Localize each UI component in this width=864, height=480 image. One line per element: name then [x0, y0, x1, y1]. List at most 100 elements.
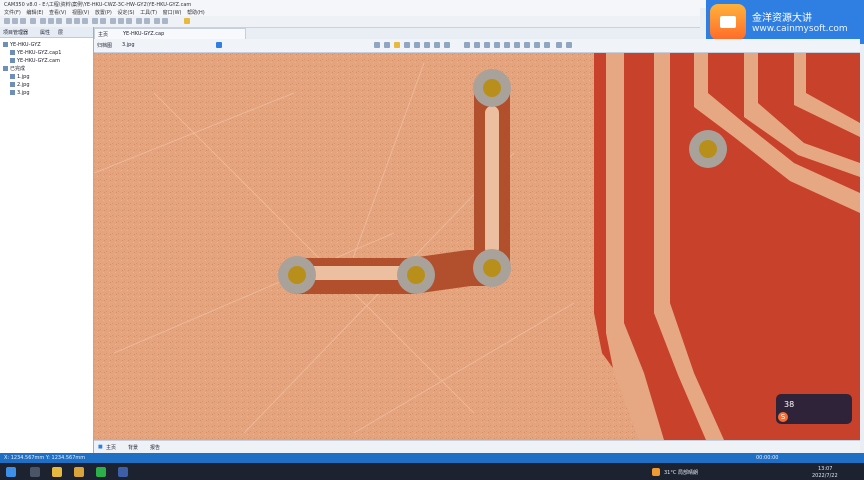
- undo-tool-icon[interactable]: [464, 42, 470, 48]
- tree-item-label: 2.jpg: [17, 82, 30, 88]
- copy-tool-icon[interactable]: [484, 42, 490, 48]
- search-icon[interactable]: [30, 467, 40, 477]
- delete-tool-icon[interactable]: [504, 42, 510, 48]
- watermark-logo: 金洋资源大讲 www.cainmysoft.com: [706, 0, 864, 44]
- paste-icon[interactable]: [56, 18, 62, 24]
- select-icon[interactable]: [118, 18, 124, 24]
- project-tree: YE-HKU-GYZ YE-HKU-GYZ.cap1 YE-HKU-GYZ.ca…: [0, 38, 93, 97]
- recording-overlay[interactable]: 38 S: [776, 394, 852, 424]
- pcb-board-image: [94, 53, 860, 440]
- wechat-icon[interactable]: [96, 467, 106, 477]
- tree-item[interactable]: YE-HKU-GYZ: [0, 41, 93, 49]
- tree-item[interactable]: 已完成: [0, 65, 93, 73]
- taskbar-date: 2022/7/22: [812, 473, 838, 479]
- view-sub[interactable]: 3.jpg: [122, 42, 135, 48]
- redo-icon[interactable]: [144, 18, 150, 24]
- bottom-tab-background[interactable]: 背景: [128, 444, 138, 451]
- status-coords: X: 1234.567mm Y: 1234.567mm: [4, 455, 86, 461]
- paste-tool-icon[interactable]: [494, 42, 500, 48]
- tree-item[interactable]: YE-HKU-GYZ.cap1: [0, 49, 93, 57]
- tree-item-label: YE-HKU-GYZ: [10, 42, 41, 48]
- folder-tool-icon[interactable]: [394, 42, 400, 48]
- pan-tool-icon[interactable]: [424, 42, 430, 48]
- new-icon[interactable]: [4, 18, 10, 24]
- tab-properties[interactable]: 属性: [40, 29, 50, 36]
- logo-title: 金洋资源大讲: [752, 13, 812, 24]
- cut-icon[interactable]: [40, 18, 46, 24]
- tree-item-label: YE-HKU-GYZ.cam: [17, 58, 60, 64]
- chevron-down-icon[interactable]: [566, 42, 572, 48]
- pan-icon[interactable]: [126, 18, 132, 24]
- view-label: 归档图: [97, 43, 113, 49]
- menu-edit[interactable]: 编辑(E): [26, 9, 43, 16]
- settings-icon[interactable]: [162, 18, 168, 24]
- status-dot-icon: [216, 42, 222, 48]
- copper-region: [594, 53, 860, 440]
- start-icon[interactable]: [6, 467, 16, 477]
- rect-tool-icon[interactable]: [384, 42, 390, 48]
- explorer-icon[interactable]: [52, 467, 62, 477]
- layers-tool-icon[interactable]: [514, 42, 520, 48]
- tree-item[interactable]: 1.jpg: [0, 73, 93, 81]
- menu-bar: 文件(F) 编辑(E) 查看(V) 视图(V) 放置(P) 设定(S) 工具(T…: [0, 8, 700, 16]
- zoom-fit-icon[interactable]: [82, 18, 88, 24]
- tree-item[interactable]: YE-HKU-GYZ.cam: [0, 57, 93, 65]
- fit-tool-icon[interactable]: [414, 42, 420, 48]
- highlight-icon[interactable]: [184, 18, 190, 24]
- taskbar: 31°C 局部晴朗 13:07 2022/7/22: [0, 463, 864, 480]
- menu-tools[interactable]: 工具(T): [140, 9, 157, 16]
- zoom-in-icon[interactable]: [66, 18, 72, 24]
- save-icon[interactable]: [20, 18, 26, 24]
- file-icon: [10, 58, 15, 63]
- settings-tool-icon[interactable]: [534, 42, 540, 48]
- tree-item-label: 1.jpg: [17, 74, 30, 80]
- tree-item[interactable]: 3.jpg: [0, 89, 93, 97]
- zoom-out-icon[interactable]: [74, 18, 80, 24]
- menu-place[interactable]: 放置(P): [95, 9, 112, 16]
- taskbar-time: 13:07: [818, 466, 833, 472]
- menu-setup[interactable]: 设定(S): [117, 9, 134, 16]
- camera-icon: [720, 16, 736, 28]
- menu-views[interactable]: 视图(V): [72, 9, 89, 16]
- pcb-canvas[interactable]: [94, 53, 860, 440]
- cam350-icon[interactable]: [118, 467, 128, 477]
- bottom-tab-home[interactable]: 主页: [106, 444, 116, 451]
- line-tool-icon[interactable]: [374, 42, 380, 48]
- tree-item[interactable]: 2.jpg: [0, 81, 93, 89]
- tree-item-label: 3.jpg: [17, 90, 30, 96]
- open-icon[interactable]: [12, 18, 18, 24]
- redo-tool-icon[interactable]: [474, 42, 480, 48]
- bottom-tab-report[interactable]: 报告: [150, 444, 160, 451]
- bottom-tabs: ■ 主页 背景 报告: [94, 440, 860, 453]
- print-icon[interactable]: [30, 18, 36, 24]
- more-tool-icon[interactable]: [544, 42, 550, 48]
- tab-layers[interactable]: 层: [58, 29, 63, 36]
- measure-tool-icon[interactable]: [434, 42, 440, 48]
- tab-project[interactable]: 项目管理器: [3, 29, 28, 36]
- undo-icon[interactable]: [136, 18, 142, 24]
- layer-icon[interactable]: [100, 18, 106, 24]
- menu-help[interactable]: 帮助(H): [187, 9, 205, 16]
- grid-view-icon[interactable]: [556, 42, 562, 48]
- grid-icon[interactable]: [92, 18, 98, 24]
- menu-file[interactable]: 文件(F): [4, 9, 21, 16]
- menu-window[interactable]: 窗口(W): [163, 9, 182, 16]
- doc-tab-home[interactable]: 主页: [98, 31, 108, 38]
- copy-icon[interactable]: [48, 18, 54, 24]
- main-toolbar: [0, 16, 700, 28]
- measure-icon[interactable]: [110, 18, 116, 24]
- menu-view[interactable]: 查看(V): [49, 9, 66, 16]
- image-file-icon: [10, 74, 15, 79]
- doc-tab-label[interactable]: YE-HKU-GYZ.cap: [123, 31, 164, 37]
- status-timer: 00:00:00: [756, 455, 779, 461]
- sogou-icon[interactable]: S: [778, 412, 788, 422]
- folder-icon[interactable]: [74, 467, 84, 477]
- grid-tool-icon[interactable]: [524, 42, 530, 48]
- panel-tabs: 项目管理器 属性 层: [0, 27, 93, 38]
- folder-icon: [3, 42, 8, 47]
- refresh-icon[interactable]: [154, 18, 160, 24]
- zoom-tool-icon[interactable]: [404, 42, 410, 48]
- snap-tool-icon[interactable]: [444, 42, 450, 48]
- tree-item-label: 已完成: [10, 66, 26, 72]
- folder-icon: [3, 66, 8, 71]
